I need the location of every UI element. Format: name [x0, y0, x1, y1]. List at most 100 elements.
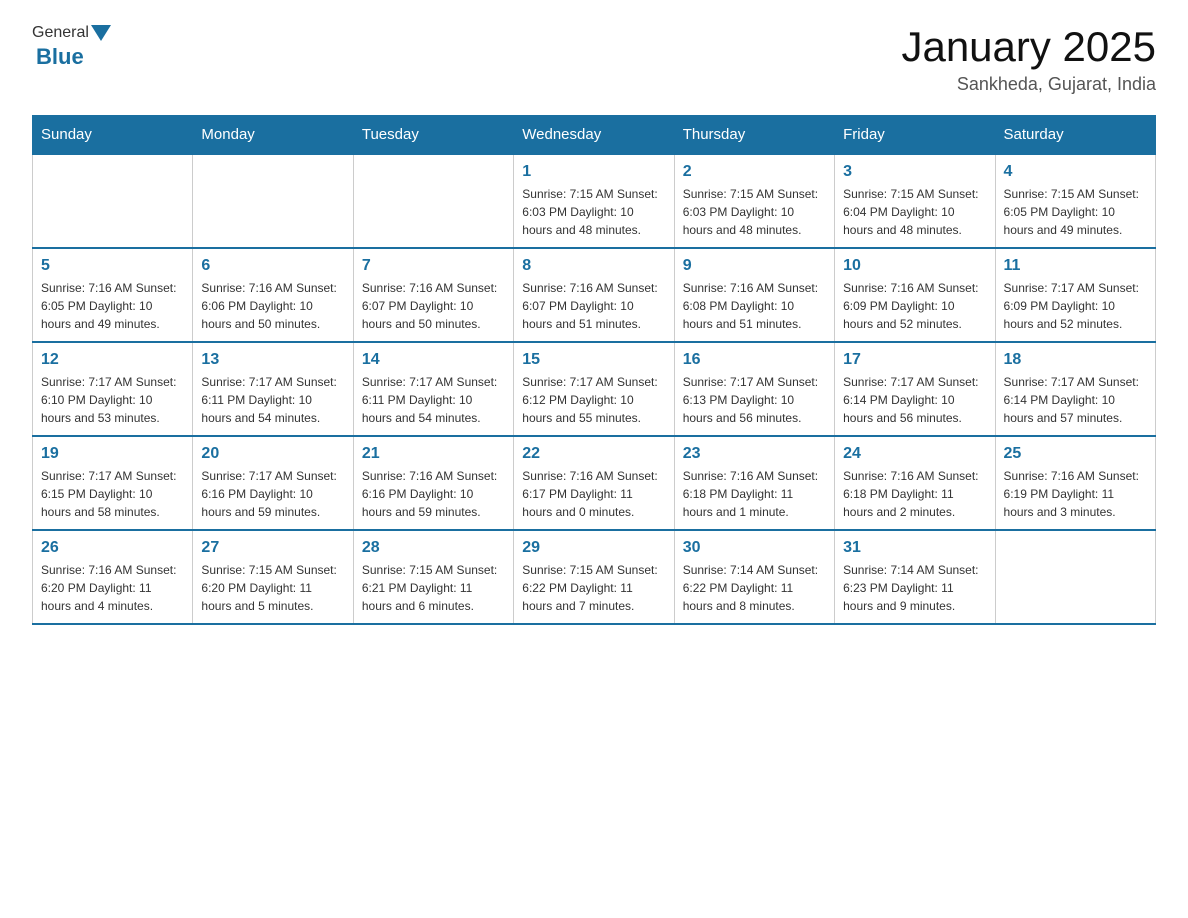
day-number: 19: [41, 445, 184, 463]
title-section: January 2025 Sankheda, Gujarat, India: [901, 24, 1156, 95]
calendar-cell: 30 Sunrise: 7:14 AM Sunset: 6:22 PM Dayli…: [674, 530, 834, 624]
day-number: 2: [683, 163, 826, 181]
day-info: Sunrise: 7:17 AM Sunset: 6:14 PM Dayligh…: [1004, 373, 1147, 427]
calendar-week-row: 5 Sunrise: 7:16 AM Sunset: 6:05 PM Daylig…: [33, 248, 1156, 342]
day-info: Sunrise: 7:17 AM Sunset: 6:09 PM Dayligh…: [1004, 279, 1147, 333]
day-number: 30: [683, 539, 826, 557]
day-info: Sunrise: 7:17 AM Sunset: 6:15 PM Dayligh…: [41, 467, 184, 521]
calendar-cell: 11 Sunrise: 7:17 AM Sunset: 6:09 PM Dayli…: [995, 248, 1155, 342]
page-header: General Blue January 2025 Sankheda, Guja…: [32, 24, 1156, 95]
calendar-cell: 4Sunrise: 7:15 AM Sunset: 6:05 PM Daylig…: [995, 154, 1155, 248]
day-number: 5: [41, 257, 184, 275]
day-info: Sunrise: 7:17 AM Sunset: 6:16 PM Dayligh…: [201, 467, 344, 521]
calendar-cell: 10Sunrise: 7:16 AM Sunset: 6:09 PM Dayli…: [835, 248, 995, 342]
day-number: 23: [683, 445, 826, 463]
calendar-cell: 16 Sunrise: 7:17 AM Sunset: 6:13 PM Dayli…: [674, 342, 834, 436]
logo-blue-text: Blue: [36, 44, 84, 70]
day-number: 26: [41, 539, 184, 557]
calendar-cell: 22 Sunrise: 7:16 AM Sunset: 6:17 PM Dayli…: [514, 436, 674, 530]
day-info: Sunrise: 7:17 AM Sunset: 6:13 PM Dayligh…: [683, 373, 826, 427]
day-number: 9: [683, 257, 826, 275]
calendar-header-wednesday: Wednesday: [514, 116, 674, 155]
calendar-cell: 28Sunrise: 7:15 AM Sunset: 6:21 PM Dayli…: [353, 530, 513, 624]
calendar-week-row: 1 Sunrise: 7:15 AM Sunset: 6:03 PM Daylig…: [33, 154, 1156, 248]
day-number: 8: [522, 257, 665, 275]
calendar-week-row: 19 Sunrise: 7:17 AM Sunset: 6:15 PM Dayli…: [33, 436, 1156, 530]
day-info: Sunrise: 7:17 AM Sunset: 6:11 PM Dayligh…: [362, 373, 505, 427]
day-info: Sunrise: 7:15 AM Sunset: 6:21 PM Dayligh…: [362, 561, 505, 615]
calendar-cell: 29 Sunrise: 7:15 AM Sunset: 6:22 PM Dayli…: [514, 530, 674, 624]
day-number: 31: [843, 539, 986, 557]
calendar-cell: 25Sunrise: 7:16 AM Sunset: 6:19 PM Dayli…: [995, 436, 1155, 530]
calendar-table: SundayMondayTuesdayWednesdayThursdayFrid…: [32, 115, 1156, 625]
calendar-header-row: SundayMondayTuesdayWednesdayThursdayFrid…: [33, 116, 1156, 155]
day-info: Sunrise: 7:15 AM Sunset: 6:03 PM Dayligh…: [683, 185, 826, 239]
day-number: 3: [843, 163, 986, 181]
calendar-cell: 7 Sunrise: 7:16 AM Sunset: 6:07 PM Daylig…: [353, 248, 513, 342]
calendar-header-monday: Monday: [193, 116, 353, 155]
month-title: January 2025: [901, 24, 1156, 70]
calendar-cell: 13 Sunrise: 7:17 AM Sunset: 6:11 PM Dayli…: [193, 342, 353, 436]
day-info: Sunrise: 7:16 AM Sunset: 6:17 PM Dayligh…: [522, 467, 665, 521]
day-info: Sunrise: 7:16 AM Sunset: 6:08 PM Dayligh…: [683, 279, 826, 333]
day-number: 1: [522, 163, 665, 181]
calendar-cell: [995, 530, 1155, 624]
calendar-cell: 19 Sunrise: 7:17 AM Sunset: 6:15 PM Dayli…: [33, 436, 193, 530]
day-info: Sunrise: 7:16 AM Sunset: 6:20 PM Dayligh…: [41, 561, 184, 615]
day-info: Sunrise: 7:16 AM Sunset: 6:06 PM Dayligh…: [201, 279, 344, 333]
calendar-header-thursday: Thursday: [674, 116, 834, 155]
calendar-header-sunday: Sunday: [33, 116, 193, 155]
calendar-cell: 31 Sunrise: 7:14 AM Sunset: 6:23 PM Dayli…: [835, 530, 995, 624]
calendar-cell: 18 Sunrise: 7:17 AM Sunset: 6:14 PM Dayli…: [995, 342, 1155, 436]
day-number: 10: [843, 257, 986, 275]
logo-triangle-icon: [91, 25, 111, 41]
calendar-header-friday: Friday: [835, 116, 995, 155]
day-number: 17: [843, 351, 986, 369]
day-number: 12: [41, 351, 184, 369]
day-number: 24: [843, 445, 986, 463]
day-info: Sunrise: 7:14 AM Sunset: 6:23 PM Dayligh…: [843, 561, 986, 615]
calendar-cell: [33, 154, 193, 248]
day-number: 22: [522, 445, 665, 463]
calendar-header-saturday: Saturday: [995, 116, 1155, 155]
day-info: Sunrise: 7:17 AM Sunset: 6:10 PM Dayligh…: [41, 373, 184, 427]
calendar-cell: 12 Sunrise: 7:17 AM Sunset: 6:10 PM Dayli…: [33, 342, 193, 436]
calendar-cell: 5 Sunrise: 7:16 AM Sunset: 6:05 PM Daylig…: [33, 248, 193, 342]
calendar-cell: 23 Sunrise: 7:16 AM Sunset: 6:18 PM Dayli…: [674, 436, 834, 530]
day-number: 16: [683, 351, 826, 369]
location-text: Sankheda, Gujarat, India: [901, 74, 1156, 95]
calendar-cell: 27 Sunrise: 7:15 AM Sunset: 6:20 PM Dayli…: [193, 530, 353, 624]
day-info: Sunrise: 7:16 AM Sunset: 6:05 PM Dayligh…: [41, 279, 184, 333]
day-number: 21: [362, 445, 505, 463]
calendar-cell: 15Sunrise: 7:17 AM Sunset: 6:12 PM Dayli…: [514, 342, 674, 436]
day-number: 6: [201, 257, 344, 275]
calendar-header-tuesday: Tuesday: [353, 116, 513, 155]
day-info: Sunrise: 7:15 AM Sunset: 6:03 PM Dayligh…: [522, 185, 665, 239]
day-number: 29: [522, 539, 665, 557]
day-number: 7: [362, 257, 505, 275]
day-info: Sunrise: 7:15 AM Sunset: 6:22 PM Dayligh…: [522, 561, 665, 615]
day-info: Sunrise: 7:15 AM Sunset: 6:20 PM Dayligh…: [201, 561, 344, 615]
calendar-cell: 24Sunrise: 7:16 AM Sunset: 6:18 PM Dayli…: [835, 436, 995, 530]
calendar-cell: 6 Sunrise: 7:16 AM Sunset: 6:06 PM Daylig…: [193, 248, 353, 342]
calendar-cell: 8Sunrise: 7:16 AM Sunset: 6:07 PM Daylig…: [514, 248, 674, 342]
day-number: 14: [362, 351, 505, 369]
calendar-cell: [193, 154, 353, 248]
calendar-cell: 17 Sunrise: 7:17 AM Sunset: 6:14 PM Dayli…: [835, 342, 995, 436]
day-number: 13: [201, 351, 344, 369]
day-number: 27: [201, 539, 344, 557]
calendar-week-row: 26 Sunrise: 7:16 AM Sunset: 6:20 PM Dayli…: [33, 530, 1156, 624]
calendar-cell: 14 Sunrise: 7:17 AM Sunset: 6:11 PM Dayli…: [353, 342, 513, 436]
day-info: Sunrise: 7:15 AM Sunset: 6:05 PM Dayligh…: [1004, 185, 1147, 239]
day-number: 18: [1004, 351, 1147, 369]
calendar-cell: 1 Sunrise: 7:15 AM Sunset: 6:03 PM Daylig…: [514, 154, 674, 248]
day-number: 11: [1004, 257, 1147, 275]
day-info: Sunrise: 7:15 AM Sunset: 6:04 PM Dayligh…: [843, 185, 986, 239]
day-info: Sunrise: 7:16 AM Sunset: 6:07 PM Dayligh…: [362, 279, 505, 333]
day-info: Sunrise: 7:16 AM Sunset: 6:18 PM Dayligh…: [683, 467, 826, 521]
day-info: Sunrise: 7:17 AM Sunset: 6:11 PM Dayligh…: [201, 373, 344, 427]
day-info: Sunrise: 7:14 AM Sunset: 6:22 PM Dayligh…: [683, 561, 826, 615]
day-info: Sunrise: 7:17 AM Sunset: 6:14 PM Dayligh…: [843, 373, 986, 427]
day-number: 20: [201, 445, 344, 463]
calendar-cell: 21Sunrise: 7:16 AM Sunset: 6:16 PM Dayli…: [353, 436, 513, 530]
